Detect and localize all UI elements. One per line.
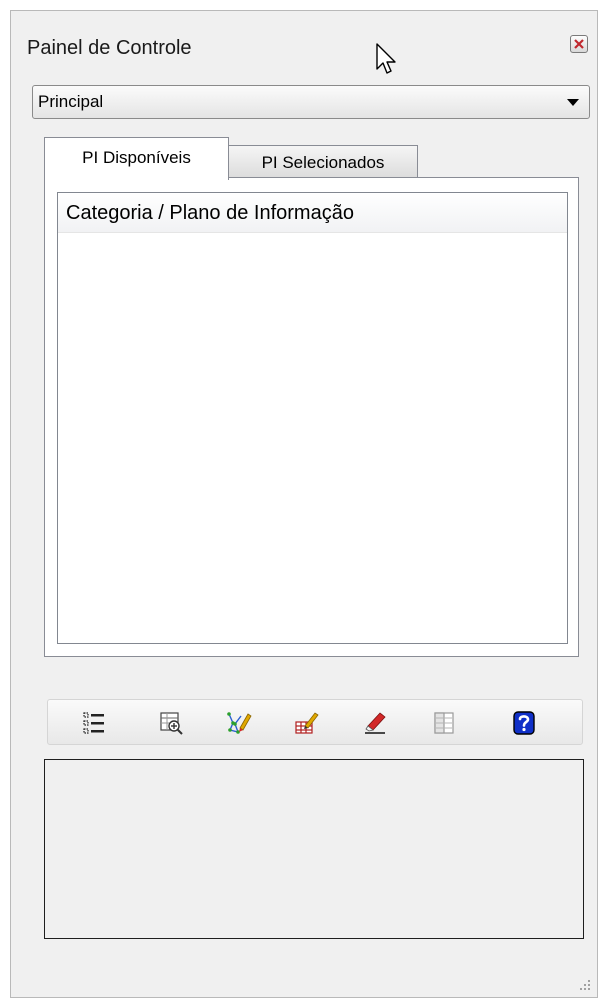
tab-pi-selecionados[interactable]: PI Selecionados: [228, 145, 418, 178]
edit-vertices-icon: [227, 712, 252, 734]
eraser-button[interactable]: [363, 710, 389, 736]
tab-panel: Categoria / Plano de Informação: [44, 177, 579, 657]
help-button[interactable]: [511, 710, 537, 736]
tab-label: PI Selecionados: [261, 153, 385, 172]
attribute-table-button[interactable]: [431, 710, 457, 736]
control-panel-window: Painel de Controle Principal PI Disponív…: [10, 10, 598, 998]
eraser-icon: [365, 712, 386, 734]
help-icon: [513, 711, 535, 735]
view-select-dropdown[interactable]: Principal: [32, 85, 590, 119]
tab-pi-disponiveis[interactable]: PI Disponíveis: [44, 137, 229, 180]
zoom-grid-icon: [160, 712, 183, 735]
tree-column-header-label: Categoria / Plano de Informação: [66, 202, 354, 224]
info-panel: [44, 759, 584, 939]
edit-vertices-button[interactable]: [226, 710, 252, 736]
close-button[interactable]: [570, 35, 588, 53]
edit-table-button[interactable]: [294, 710, 320, 736]
list-button[interactable]: [81, 710, 107, 736]
chevron-down-icon[interactable]: [567, 99, 579, 106]
title-bar[interactable]: Painel de Controle: [11, 11, 597, 71]
list-icon: [83, 712, 104, 734]
zoom-grid-button[interactable]: [158, 710, 184, 736]
attribute-table-icon: [434, 712, 454, 734]
edit-table-icon: [295, 712, 319, 734]
layer-tree-view[interactable]: Categoria / Plano de Informação: [57, 192, 568, 644]
toolbar: [47, 699, 583, 745]
window-title: Painel de Controle: [27, 37, 192, 59]
tab-label: PI Disponíveis: [82, 148, 191, 167]
resize-grip-icon[interactable]: [578, 978, 592, 992]
dropdown-selected-value: Principal: [38, 92, 104, 111]
tree-column-header[interactable]: Categoria / Plano de Informação: [58, 193, 567, 233]
close-icon: [574, 39, 584, 49]
mouse-cursor-icon: [376, 43, 398, 79]
